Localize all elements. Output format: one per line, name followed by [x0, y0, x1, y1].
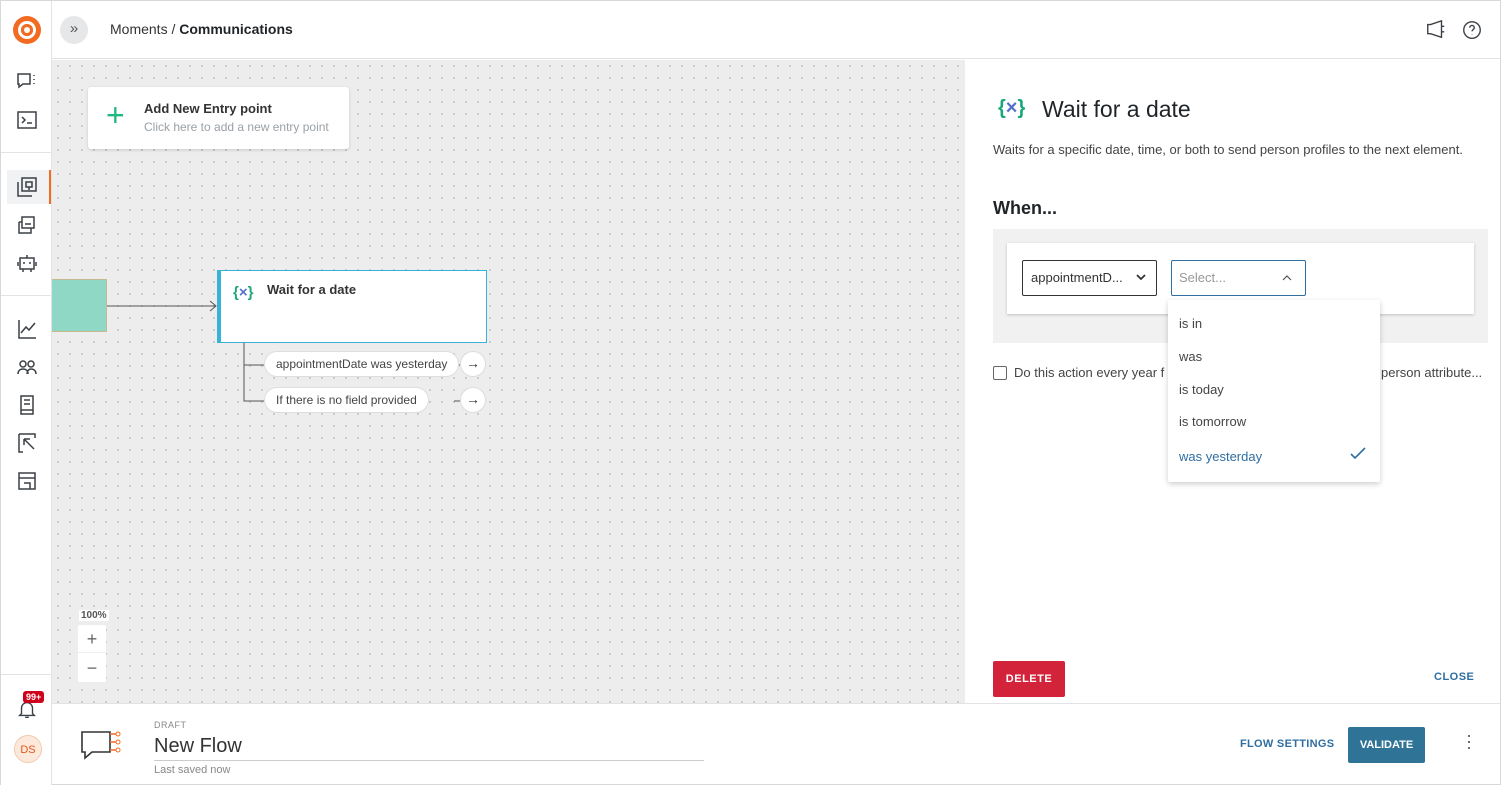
people-icon[interactable]: [15, 355, 39, 379]
store-icon[interactable]: [15, 469, 39, 493]
robot-icon[interactable]: [15, 251, 39, 275]
app-window: 99+ DS » Moments / Communications + Add …: [0, 0, 1501, 785]
wait-node-title: Wait for a date: [267, 282, 357, 297]
flow-icon[interactable]: [15, 175, 39, 199]
flow-connectors: [107, 300, 460, 402]
flow-name-input[interactable]: New Flow: [154, 735, 704, 761]
zoom-in-button[interactable]: +: [78, 625, 106, 653]
zoom-controls: + −: [78, 625, 106, 682]
branch-no-field[interactable]: If there is no field provided: [264, 387, 429, 413]
delete-button[interactable]: DELETE: [993, 661, 1065, 697]
option-was[interactable]: was: [1179, 349, 1202, 364]
expand-sidebar-button[interactable]: »: [60, 16, 88, 44]
branch-no-field-arrow-icon[interactable]: →: [460, 387, 486, 413]
panel-description: Waits for a specific date, time, or both…: [993, 142, 1463, 157]
export-icon[interactable]: [15, 431, 39, 455]
when-heading: When...: [993, 198, 1057, 218]
operator-select-placeholder: Select...: [1179, 270, 1226, 285]
more-options-icon[interactable]: · · ·: [1464, 726, 1474, 756]
option-is-in[interactable]: is in: [1179, 316, 1202, 331]
help-icon[interactable]: [1461, 19, 1483, 41]
option-is-today[interactable]: is today: [1179, 382, 1224, 397]
repeat-yearly-label-end: person attribute...: [1381, 365, 1483, 380]
flow-chat-icon: [80, 728, 124, 764]
repeat-yearly-checkbox[interactable]: [993, 366, 1007, 380]
rail-divider: [1, 152, 52, 153]
flow-settings-button[interactable]: FLOW SETTINGS: [1240, 738, 1334, 750]
breadcrumb-parent[interactable]: Moments: [110, 21, 168, 37]
chevron-down-icon: [1135, 261, 1147, 308]
flow-footer: DRAFT New Flow Last saved now FLOW SETTI…: [52, 703, 1500, 784]
left-nav-rail: 99+ DS: [1, 1, 52, 785]
double-chevron-right-icon: »: [69, 20, 79, 37]
branch-yesterday-arrow-icon[interactable]: →: [460, 351, 486, 377]
rail-divider: [1, 674, 52, 675]
option-is-tomorrow[interactable]: is tomorrow: [1179, 414, 1246, 429]
brand-logo[interactable]: [13, 16, 41, 44]
announcement-megaphone-icon[interactable]: [1425, 19, 1447, 41]
breadcrumb: Moments / Communications: [110, 21, 293, 37]
last-saved-text: Last saved now: [154, 764, 231, 776]
attribute-select-value: appointmentD...: [1031, 270, 1123, 285]
branch-yesterday[interactable]: appointmentDate was yesterday: [264, 351, 460, 377]
analytics-icon[interactable]: [15, 317, 39, 341]
operator-dropdown-menu: is in was is today is tomorrow was yeste…: [1168, 300, 1380, 482]
zoom-out-button[interactable]: −: [78, 654, 106, 682]
previous-flow-node[interactable]: [52, 279, 107, 332]
zoom-level: 100%: [79, 610, 109, 621]
operator-select[interactable]: Select...: [1171, 260, 1306, 296]
attribute-select[interactable]: appointmentD...: [1022, 260, 1157, 296]
wait-for-date-node[interactable]: {×} Wait for a date: [217, 270, 487, 343]
top-header: » Moments / Communications: [52, 1, 1500, 59]
repeat-yearly-label: Do this action every year f: [1014, 365, 1165, 380]
user-avatar[interactable]: DS: [14, 735, 42, 763]
variable-braces-icon: {×}: [998, 97, 1026, 119]
terminal-icon[interactable]: [15, 108, 39, 132]
templates-icon[interactable]: [15, 213, 39, 237]
chat-icon[interactable]: [15, 69, 39, 93]
flow-canvas[interactable]: + Add New Entry point Click here to add …: [52, 60, 965, 703]
notifications-badge: 99+: [23, 691, 45, 703]
flow-status: DRAFT: [154, 720, 187, 730]
element-settings-panel: {×} Wait for a date Waits for a specific…: [965, 60, 1500, 703]
breadcrumb-separator: /: [171, 21, 176, 37]
checkmark-icon: [1350, 446, 1366, 462]
rail-divider: [1, 295, 52, 296]
option-was-yesterday[interactable]: was yesterday: [1179, 449, 1262, 464]
validate-button[interactable]: VALIDATE: [1348, 727, 1425, 763]
library-icon[interactable]: [15, 393, 39, 417]
panel-title: Wait for a date: [1042, 96, 1191, 122]
breadcrumb-current: Communications: [179, 21, 293, 37]
close-button[interactable]: CLOSE: [1434, 671, 1474, 683]
variable-braces-icon: {×}: [233, 284, 254, 301]
